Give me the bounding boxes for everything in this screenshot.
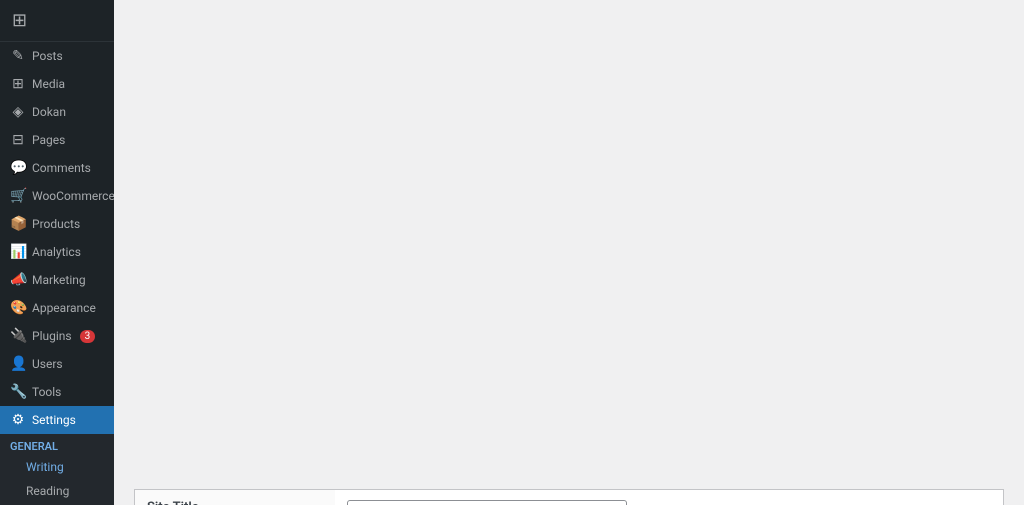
sidebar-item-dokan[interactable]: ◈ Dokan xyxy=(0,98,114,126)
settings-submenu: GeneralWritingReadingDiscussionMediaPerm… xyxy=(0,434,114,505)
products-icon: 📦 xyxy=(10,216,26,232)
sidebar-item-plugins[interactable]: 🔌 Plugins 3 xyxy=(0,322,114,350)
sidebar-label-tools: Tools xyxy=(32,385,61,399)
settings-table: Site TitleTaglineIn a few words, explain… xyxy=(134,489,1004,505)
sidebar-label-pages: Pages xyxy=(32,133,65,147)
main-area: Site TitleTaglineIn a few words, explain… xyxy=(114,0,1024,505)
pages-icon: ⊟ xyxy=(10,132,26,148)
media-icon: ⊞ xyxy=(10,76,26,92)
sidebar-label-appearance: Appearance xyxy=(32,301,96,315)
sidebar-label-settings: Settings xyxy=(32,413,76,427)
sidebar: ⊞ ✎ Posts ⊞ Media ◈ Dokan ⊟ Pages 💬 Comments 🛒 WooC… xyxy=(0,0,114,505)
sidebar-label-posts: Posts xyxy=(32,49,63,63)
settings-label-site_title: Site Title xyxy=(135,490,335,505)
sidebar-label-dokan: Dokan xyxy=(32,105,66,119)
sidebar-item-tools[interactable]: 🔧 Tools xyxy=(0,378,114,406)
users-icon: 👤 xyxy=(10,356,26,372)
content-area: Site TitleTaglineIn a few words, explain… xyxy=(114,0,1024,505)
tools-icon: 🔧 xyxy=(10,384,26,400)
sidebar-item-marketing[interactable]: 📣 Marketing xyxy=(0,266,114,294)
input-site_title[interactable] xyxy=(347,500,627,505)
wp-logo: ⊞ xyxy=(0,0,114,42)
submenu-item-reading[interactable]: Reading xyxy=(0,479,114,503)
sidebar-label-woocommerce: WooCommerce xyxy=(32,189,114,203)
sidebar-item-users[interactable]: 👤 Users xyxy=(0,350,114,378)
sidebar-item-posts[interactable]: ✎ Posts xyxy=(0,42,114,70)
sidebar-item-products[interactable]: 📦 Products xyxy=(0,210,114,238)
sidebar-item-media[interactable]: ⊞ Media xyxy=(0,70,114,98)
sidebar-label-marketing: Marketing xyxy=(32,273,86,287)
settings-icon: ⚙ xyxy=(10,412,26,428)
sidebar-item-comments[interactable]: 💬 Comments xyxy=(0,154,114,182)
sidebar-item-settings[interactable]: ⚙ Settings xyxy=(0,406,114,434)
settings-value-site_title xyxy=(335,490,1004,505)
woocommerce-icon: 🛒 xyxy=(10,188,26,204)
plugins-icon: 🔌 xyxy=(10,328,26,344)
comments-icon: 💬 xyxy=(10,160,26,176)
wp-logo-icon: ⊞ xyxy=(12,10,27,31)
sidebar-item-analytics[interactable]: 📊 Analytics xyxy=(0,238,114,266)
submenu-heading: General xyxy=(0,434,114,455)
settings-row-site_title: Site Title xyxy=(135,490,1004,505)
sidebar-label-products: Products xyxy=(32,217,80,231)
appearance-icon: 🎨 xyxy=(10,300,26,316)
sidebar-item-woocommerce[interactable]: 🛒 WooCommerce xyxy=(0,182,114,210)
sidebar-label-users: Users xyxy=(32,357,63,371)
marketing-icon: 📣 xyxy=(10,272,26,288)
sidebar-label-comments: Comments xyxy=(32,161,91,175)
analytics-icon: 📊 xyxy=(10,244,26,260)
plugins-badge: 3 xyxy=(80,330,96,343)
sidebar-nav: ✎ Posts ⊞ Media ◈ Dokan ⊟ Pages 💬 Comments 🛒 WooCom… xyxy=(0,42,114,505)
sidebar-label-analytics: Analytics xyxy=(32,245,81,259)
posts-icon: ✎ xyxy=(10,48,26,64)
sidebar-item-appearance[interactable]: 🎨 Appearance xyxy=(0,294,114,322)
submenu-item-writing[interactable]: Writing xyxy=(0,455,114,479)
sidebar-label-media: Media xyxy=(32,77,65,91)
sidebar-label-plugins: Plugins xyxy=(32,329,72,343)
dokan-icon: ◈ xyxy=(10,104,26,120)
sidebar-item-pages[interactable]: ⊟ Pages xyxy=(0,126,114,154)
